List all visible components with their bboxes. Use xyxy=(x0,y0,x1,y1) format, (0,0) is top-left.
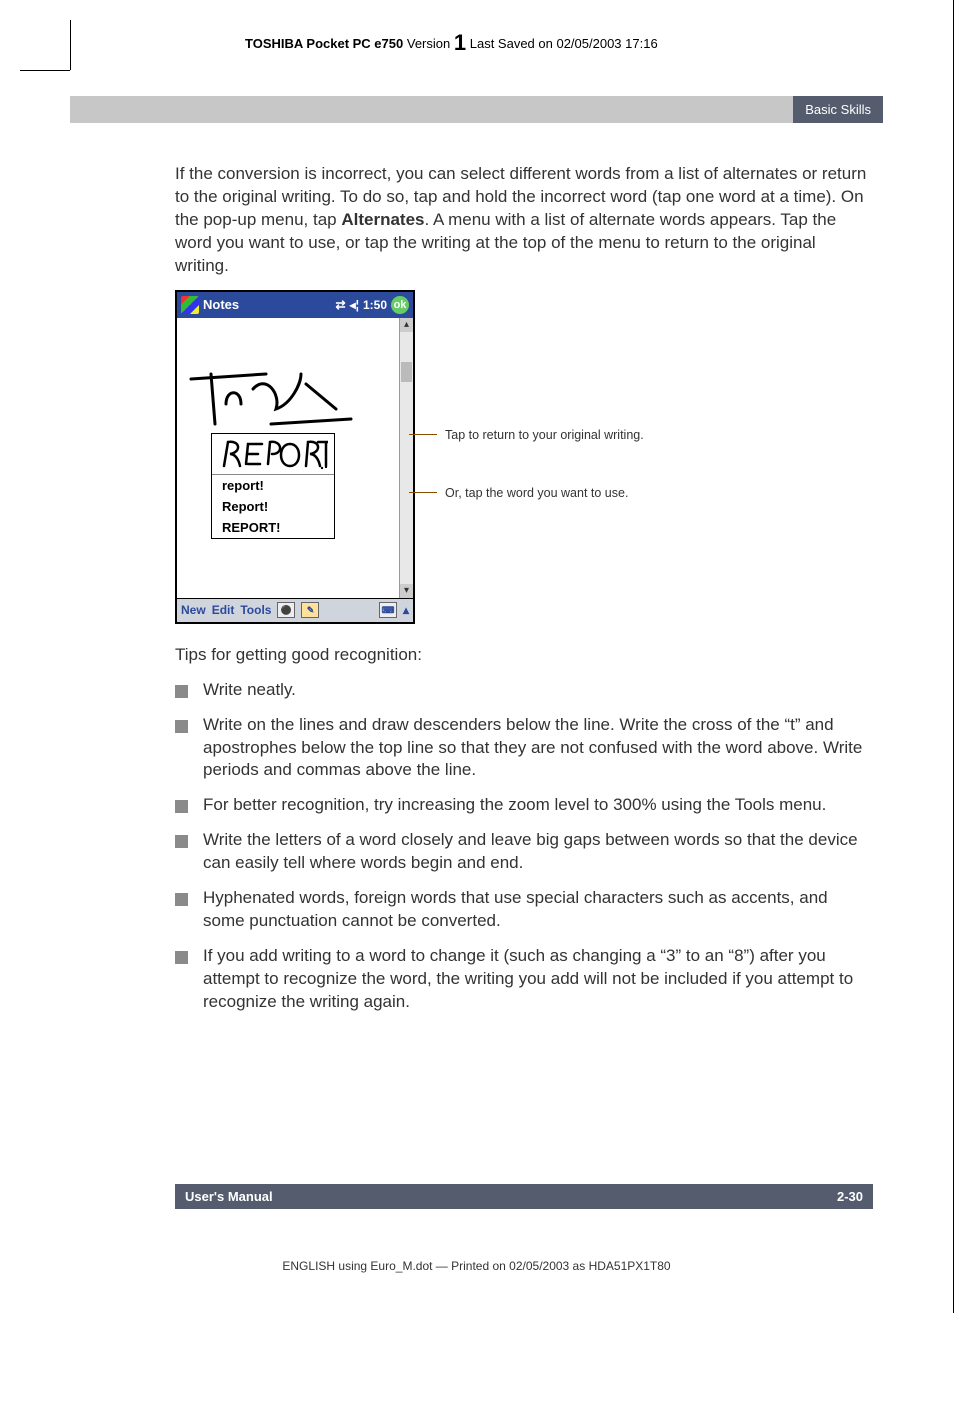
running-header: TOSHIBA Pocket PC e750 Version 1 Last Sa… xyxy=(245,30,883,56)
chapter-title: Basic Skills xyxy=(793,96,883,123)
tip-post: menu. xyxy=(774,795,826,814)
figure-row: Notes ⇄ ◂¦ 1:50 ok xyxy=(175,290,873,624)
page-footer-bar: User's Manual 2-30 xyxy=(175,1184,873,1209)
tip-text: Write neatly. xyxy=(203,680,296,699)
sip-keyboard-icon: ⌨ xyxy=(379,602,397,618)
chapter-bar-fill xyxy=(70,96,793,123)
callout-leader-line xyxy=(409,492,437,493)
scroll-track xyxy=(400,332,413,584)
handwriting-turn xyxy=(181,324,391,434)
callout-text: Tap to return to your original writing. xyxy=(445,428,644,442)
new-menu: New xyxy=(181,603,206,617)
callout-leader-line xyxy=(409,434,437,435)
alternates-item: REPORT! xyxy=(212,517,334,538)
intro-paragraph: If the conversion is incorrect, you can … xyxy=(175,163,873,278)
ok-button-icon: ok xyxy=(391,296,409,314)
para-bold: Alternates xyxy=(341,210,424,229)
device-screenshot: Notes ⇄ ◂¦ 1:50 ok xyxy=(175,290,415,624)
saved-info: Last Saved on 02/05/2003 17:16 xyxy=(470,36,658,51)
sip-up-icon: ▴ xyxy=(403,603,409,617)
tip-text: Write the letters of a word closely and … xyxy=(203,830,858,872)
footer-title: User's Manual xyxy=(185,1189,273,1204)
record-icon: ⚫ xyxy=(277,602,295,618)
tip-text: Hyphenated words, foreign words that use… xyxy=(203,888,828,930)
version-number: 1 xyxy=(454,30,466,55)
crop-mark-v xyxy=(70,20,71,70)
tip-text: If you add writing to a word to change i… xyxy=(203,946,853,1011)
list-item: Hyphenated words, foreign words that use… xyxy=(175,887,873,933)
tip-bold: Tools xyxy=(735,795,775,814)
handwriting-report xyxy=(218,436,328,470)
app-title: Notes xyxy=(203,297,332,312)
clock-text: 1:50 xyxy=(363,298,387,312)
writing-canvas: report! Report! REPORT! xyxy=(177,318,399,598)
crop-mark-h xyxy=(20,70,70,120)
alternates-item: Report! xyxy=(212,496,334,517)
volume-icon: ◂¦ xyxy=(350,298,359,312)
callout-original: Tap to return to your original writing. xyxy=(409,428,644,442)
connectivity-icon: ⇄ xyxy=(336,298,346,312)
tips-list: Write neatly. Write on the lines and dra… xyxy=(175,679,873,1014)
start-flag-icon xyxy=(181,296,199,314)
footer-page: 2-30 xyxy=(837,1189,863,1204)
product-name: TOSHIBA Pocket PC e750 xyxy=(245,36,403,51)
device-titlebar: Notes ⇄ ◂¦ 1:50 ok xyxy=(177,292,413,318)
alternates-original-writing xyxy=(212,434,334,475)
tools-menu: Tools xyxy=(240,603,271,617)
version-label: Version xyxy=(407,36,450,51)
pen-icon: ✎ xyxy=(301,602,319,618)
scroll-up-icon: ▴ xyxy=(400,318,413,332)
callout-word: Or, tap the word you want to use. xyxy=(409,486,628,500)
list-item: For better recognition, try increasing t… xyxy=(175,794,873,817)
list-item: Write neatly. xyxy=(175,679,873,702)
status-icons: ⇄ ◂¦ 1:50 xyxy=(336,298,387,312)
edit-menu: Edit xyxy=(212,603,235,617)
scroll-thumb xyxy=(401,362,412,382)
list-item: If you add writing to a word to change i… xyxy=(175,945,873,1014)
list-item: Write on the lines and draw descenders b… xyxy=(175,714,873,783)
list-item: Write the letters of a word closely and … xyxy=(175,829,873,875)
tips-intro: Tips for getting good recognition: xyxy=(175,644,873,667)
scroll-down-icon: ▾ xyxy=(400,584,413,598)
alternates-menu: report! Report! REPORT! xyxy=(211,433,335,539)
chapter-bar: Basic Skills xyxy=(70,96,883,123)
device-body: report! Report! REPORT! ▴ ▾ xyxy=(177,318,413,598)
tip-text: Write on the lines and draw descenders b… xyxy=(203,715,862,780)
device-command-bar: New Edit Tools ⚫ ✎ ⌨ ▴ xyxy=(177,598,413,622)
callout-text: Or, tap the word you want to use. xyxy=(445,486,628,500)
print-footer: ENGLISH using Euro_M.dot — Printed on 02… xyxy=(70,1259,883,1273)
scrollbar: ▴ ▾ xyxy=(399,318,413,598)
alternates-item: report! xyxy=(212,475,334,496)
tip-pre: For better recognition, try increasing t… xyxy=(203,795,735,814)
